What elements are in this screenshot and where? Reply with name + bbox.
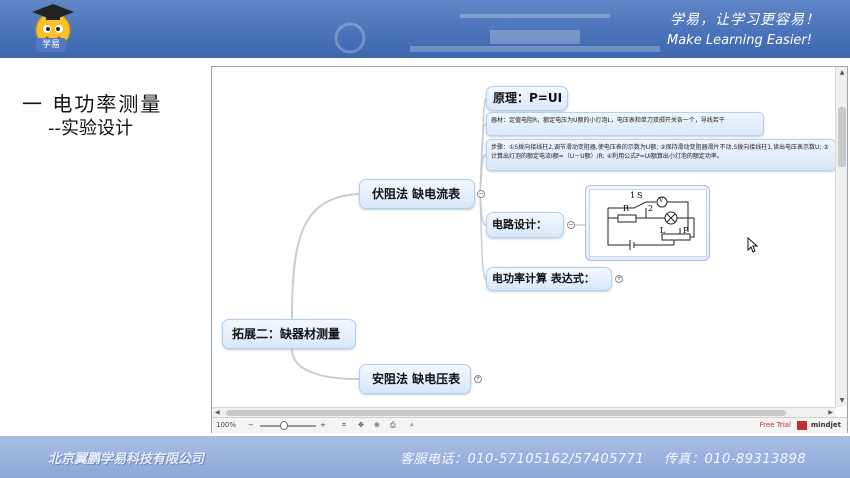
mindjet-brand: mindjet [810,421,841,429]
circuit-label-l: L [660,226,666,235]
circuit-schematic [607,196,695,250]
central-topic[interactable]: 拓展二：缺器材测量 [222,319,356,349]
note-steps[interactable]: 步骤：①S拨向接线柱2,调节滑动变阻器,使电压表的示数为U额; ②保持滑动变阻器… [486,139,836,171]
banner-decoration [334,14,660,54]
note-equipment[interactable]: 器材：定值电阻R，额定电压为U额的小灯泡L，电压表和单刀双掷开关各一个，导线若干 [486,112,764,136]
scroll-down-icon[interactable]: ▼ [838,397,846,405]
mindjet-logo-icon [797,421,807,430]
zoom-in-button[interactable]: + [320,421,326,429]
logo-label: 学易 [36,38,66,52]
circuit-label-r: R [623,204,630,213]
circuit-diagram: 1 S V 2 R L P [589,189,707,257]
center-map-icon[interactable]: ✥ [358,421,364,429]
company-name: 北京翼鹏学易科技有限公司 [48,452,205,467]
horizontal-scroll-thumb[interactable] [226,410,786,416]
scroll-up-icon[interactable]: ▲ [838,69,846,77]
slogan-english: Make Learning Easier! [667,33,812,48]
slogan-chinese: 学易，让学习更容易！ [670,12,820,28]
topic-ammeter-method[interactable]: 安阻法 缺电压表 [359,364,471,394]
topic-power-formula[interactable]: 电功率计算 表达式： [486,267,612,291]
collapse-voltammeter-toggle[interactable]: − [477,190,485,198]
circuit-label-1: 1 [630,191,636,200]
zoom-out-button[interactable]: − [248,421,254,429]
status-bar: 100% − + ⌗ ✥ ⊕ ⎙ ⌕ Free Trial mindjet [212,417,847,433]
circuit-image-frame[interactable]: 1 S V 2 R L P [585,185,710,261]
slide-title: 一 电功率测量 [22,92,163,116]
topic-principle[interactable]: 原理：P=UI [486,86,568,111]
zoom-level: 100% [216,421,237,429]
expand-ammeter-toggle[interactable]: + [474,375,482,383]
mouse-cursor-icon [747,237,759,253]
header-banner: 学易 学易，让学习更容易！ Make Learning Easier! [0,0,850,58]
vertical-scrollbar[interactable]: ▲ ▼ [835,67,847,407]
slide-subtitle: --实验设计 [48,118,133,139]
service-phone: 客服电话：010-57105162/57405771 [400,452,645,467]
fit-map-icon[interactable]: ⌗ [342,421,346,430]
zoom-slider-handle[interactable] [280,421,288,430]
zoom-slider[interactable] [260,425,316,427]
slide-screen: 学易 学易，让学习更容易！ Make Learning Easier! 一 电功… [0,0,850,478]
fax-number: 传真：010-89313898 [664,452,807,467]
collapse-circuit-toggle[interactable]: − [567,221,575,229]
topic-voltammeter-method[interactable]: 伏阻法 缺电流表 [359,179,475,209]
circuit-label-p: P [683,226,689,235]
expand-formula-toggle[interactable]: + [615,275,623,283]
footer-banner: 北京翼鹏学易科技有限公司 客服电话：010-57105162/57405771 … [0,436,850,478]
circuit-label-2: 2 [648,204,654,213]
print-icon[interactable]: ⎙ [390,421,396,430]
vertical-scroll-thumb[interactable] [838,107,846,167]
mindmap-canvas[interactable]: 拓展二：缺器材测量 伏阻法 缺电流表 − 安阻法 缺电压表 + 原理：P=UI … [212,67,836,407]
free-trial-label: Free Trial [759,421,791,429]
topic-circuit-design[interactable]: 电路设计： [486,212,564,238]
search-icon[interactable]: ⌕ [410,421,414,430]
circuit-label-s: S [637,191,643,200]
circuit-label-v: V [659,197,664,204]
horizontal-scrollbar[interactable]: ◀ ▶ [212,407,836,417]
focus-topic-icon[interactable]: ⊕ [374,421,380,429]
